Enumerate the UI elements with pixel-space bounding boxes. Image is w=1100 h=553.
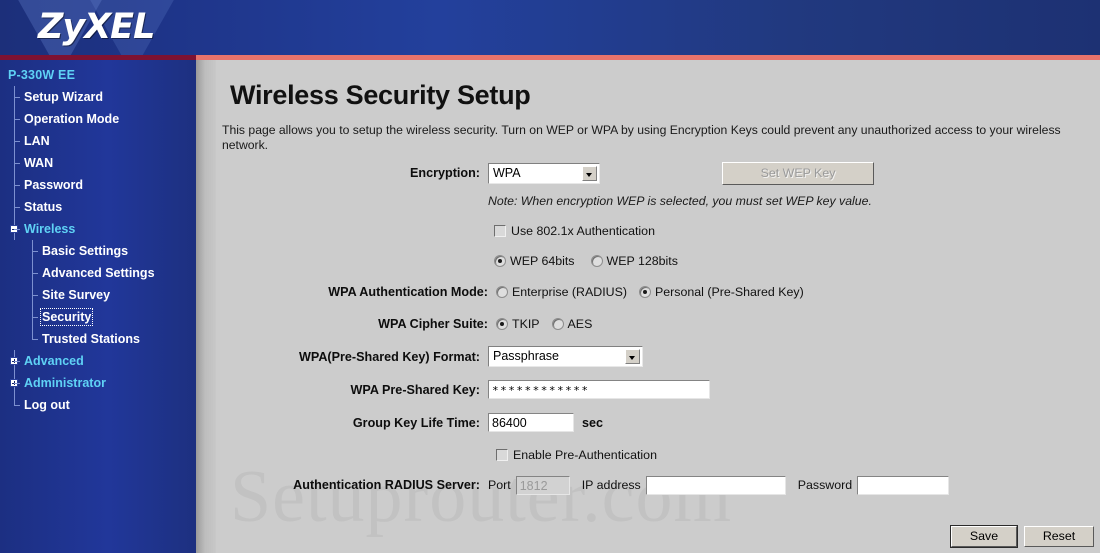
wpa-cipher-tkip-radio[interactable] <box>496 318 508 330</box>
collapse-minus-icon[interactable] <box>10 225 18 233</box>
sidebar-item-label: Operation Mode <box>24 112 120 126</box>
chevron-down-icon[interactable] <box>625 349 640 364</box>
use-8021x-label: Use 802.1x Authentication <box>511 224 655 238</box>
sidebar-item-security[interactable]: Security <box>0 306 196 328</box>
sidebar-item-label: Wireless <box>24 222 76 236</box>
sidebar-item-wan[interactable]: WAN <box>0 152 196 174</box>
sidebar-item-label: Password <box>24 178 84 192</box>
form-actions: Save Reset <box>950 525 1094 548</box>
expand-plus-icon[interactable] <box>10 357 18 365</box>
group-key-life-time-input[interactable]: 86400 <box>488 413 574 432</box>
sidebar-item-label: Advanced Settings <box>42 266 155 280</box>
sidebar-model-label: P-330W EE <box>8 68 76 82</box>
wpa-cipher-aes-label: AES <box>567 317 593 331</box>
row-wep-bits: WEP 64bits WEP 128bits <box>216 246 1100 276</box>
sidebar-item-label: Advanced <box>24 354 84 368</box>
chevron-down-icon[interactable] <box>582 165 597 181</box>
sidebar-item-advanced[interactable]: Advanced <box>0 350 196 372</box>
psk-input-value: ************ <box>492 384 590 397</box>
sidebar-item-site-survey[interactable]: Site Survey <box>0 284 196 306</box>
psk-format-select[interactable]: Passphrase <box>488 346 643 367</box>
wpa-auth-enterprise-radio[interactable] <box>496 286 508 298</box>
radius-ip-input[interactable] <box>645 475 786 495</box>
wpa-auth-personal-radio[interactable] <box>638 286 651 298</box>
expand-plus-icon[interactable] <box>10 379 18 387</box>
wpa-auth-personal-label: Personal (Pre-Shared Key) <box>654 285 804 299</box>
row-group-key-life-time: Group Key Life Time: 86400 sec <box>216 406 1100 439</box>
sidebar-item-setup-wizard[interactable]: Setup Wizard <box>0 86 196 108</box>
sidebar-item-label: Administrator <box>24 376 106 390</box>
wpa-cipher-tkip-label: TKIP <box>512 317 540 331</box>
sidebar-item-advanced-settings[interactable]: Advanced Settings <box>0 262 196 284</box>
radius-port-input[interactable]: 1812 <box>515 475 570 495</box>
sidebar-item-label: Site Survey <box>42 288 111 302</box>
radius-server-label: Authentication RADIUS Server: <box>293 478 480 492</box>
zyxel-logo: ZyXEL <box>38 7 155 47</box>
save-button[interactable]: Save <box>950 525 1018 548</box>
wep-128bits-radio[interactable] <box>590 255 603 267</box>
page-description: This page allows you to setup the wirele… <box>222 123 1061 152</box>
sidebar-item-basic-settings[interactable]: Basic Settings <box>0 240 196 262</box>
radius-ip-label: IP address <box>581 478 641 492</box>
sidebar-item-wireless[interactable]: Wireless <box>0 218 196 240</box>
encryption-note: Note: When encryption WEP is selected, y… <box>488 194 872 208</box>
row-encryption-note: Note: When encryption WEP is selected, y… <box>216 186 1100 216</box>
sidebar-item-label: LAN <box>24 134 50 148</box>
sidebar-navigation: P-330W EE Setup Wizard Operation Mode LAN W… <box>0 60 196 553</box>
row-pre-auth: Enable Pre-Authentication <box>216 439 1100 471</box>
row-psk: WPA Pre-Shared Key: ************ <box>216 373 1100 406</box>
radius-password-input[interactable] <box>857 475 950 495</box>
sidebar-item-trusted-stations[interactable]: Trusted Stations <box>0 328 196 350</box>
sidebar-item-lan[interactable]: LAN <box>0 130 196 152</box>
enable-pre-authentication-label: Enable Pre-Authentication <box>513 448 657 462</box>
radius-password-label: Password <box>797 478 853 492</box>
row-wpa-cipher-suite: WPA Cipher Suite: TKIP AES <box>216 308 1100 340</box>
sidebar-item-administrator[interactable]: Administrator <box>0 372 196 394</box>
row-encryption: Encryption: WPA Set WEP Key <box>216 160 1100 186</box>
psk-label: WPA Pre-Shared Key: <box>350 382 480 397</box>
wpa-auth-enterprise-label: Enterprise (RADIUS) <box>512 285 627 299</box>
wep-128bits-label: WEP 128bits <box>606 254 678 268</box>
enable-pre-authentication-checkbox[interactable] <box>496 449 508 461</box>
wep-64bits-radio[interactable] <box>494 255 506 267</box>
wpa-cipher-suite-label: WPA Cipher Suite: <box>378 317 488 331</box>
wpa-cipher-aes-radio[interactable] <box>551 318 564 330</box>
encryption-label: Encryption: <box>410 166 480 180</box>
use-8021x-checkbox[interactable] <box>494 225 506 237</box>
sidebar-item-label: Security <box>39 308 94 326</box>
row-radius-server: Authentication RADIUS Server: Port 1812 … <box>216 471 1100 499</box>
sidebar-item-label: Status <box>24 200 63 214</box>
sidebar-item-label: Basic Settings <box>42 244 129 258</box>
sidebar-item-label: WAN <box>24 156 54 170</box>
reset-button[interactable]: Reset <box>1024 526 1094 547</box>
sidebar-item-status[interactable]: Status <box>0 196 196 218</box>
router-admin-page: ZyXEL P-330W EE Setup Wizard Operation Mo… <box>0 0 1100 553</box>
set-wep-key-button[interactable]: Set WEP Key <box>722 161 874 185</box>
sidebar-item-label: Trusted Stations <box>42 332 140 346</box>
row-wpa-auth-mode: WPA Authentication Mode: Enterprise (RAD… <box>216 276 1100 308</box>
radius-port-label: Port <box>488 478 511 492</box>
psk-input[interactable]: ************ <box>488 380 710 399</box>
security-form: Encryption: WPA Set WEP Key Note: When e… <box>216 160 1100 499</box>
main-content: Setuprouter.com Wireless Security Setup … <box>216 60 1100 553</box>
sidebar-item-operation-mode[interactable]: Operation Mode <box>0 108 196 130</box>
wpa-auth-mode-label: WPA Authentication Mode: <box>328 285 488 299</box>
sidebar-item-label: Setup Wizard <box>24 90 104 104</box>
group-key-life-time-label: Group Key Life Time: <box>352 415 480 430</box>
sidebar-item-log-out[interactable]: Log out <box>0 394 196 416</box>
sidebar-content-divider <box>196 60 216 553</box>
encryption-select[interactable]: WPA <box>488 162 600 184</box>
sidebar-item-list: Setup Wizard Operation Mode LAN WAN Password… <box>0 86 196 416</box>
header-banner: ZyXEL <box>0 0 1100 55</box>
row-psk-format: WPA(Pre-Shared Key) Format: Passphrase <box>216 340 1100 373</box>
sidebar-item-password[interactable]: Password <box>0 174 196 196</box>
group-key-life-time-unit: sec <box>582 415 604 430</box>
sidebar-item-label: Log out <box>24 398 70 412</box>
row-dot1x: Use 802.1x Authentication <box>216 216 1100 246</box>
page-title: Wireless Security Setup <box>230 80 531 110</box>
psk-format-select-value: Passphrase <box>493 349 560 363</box>
wep-64bits-label: WEP 64bits <box>510 254 575 268</box>
psk-format-label: WPA(Pre-Shared Key) Format: <box>298 349 480 364</box>
